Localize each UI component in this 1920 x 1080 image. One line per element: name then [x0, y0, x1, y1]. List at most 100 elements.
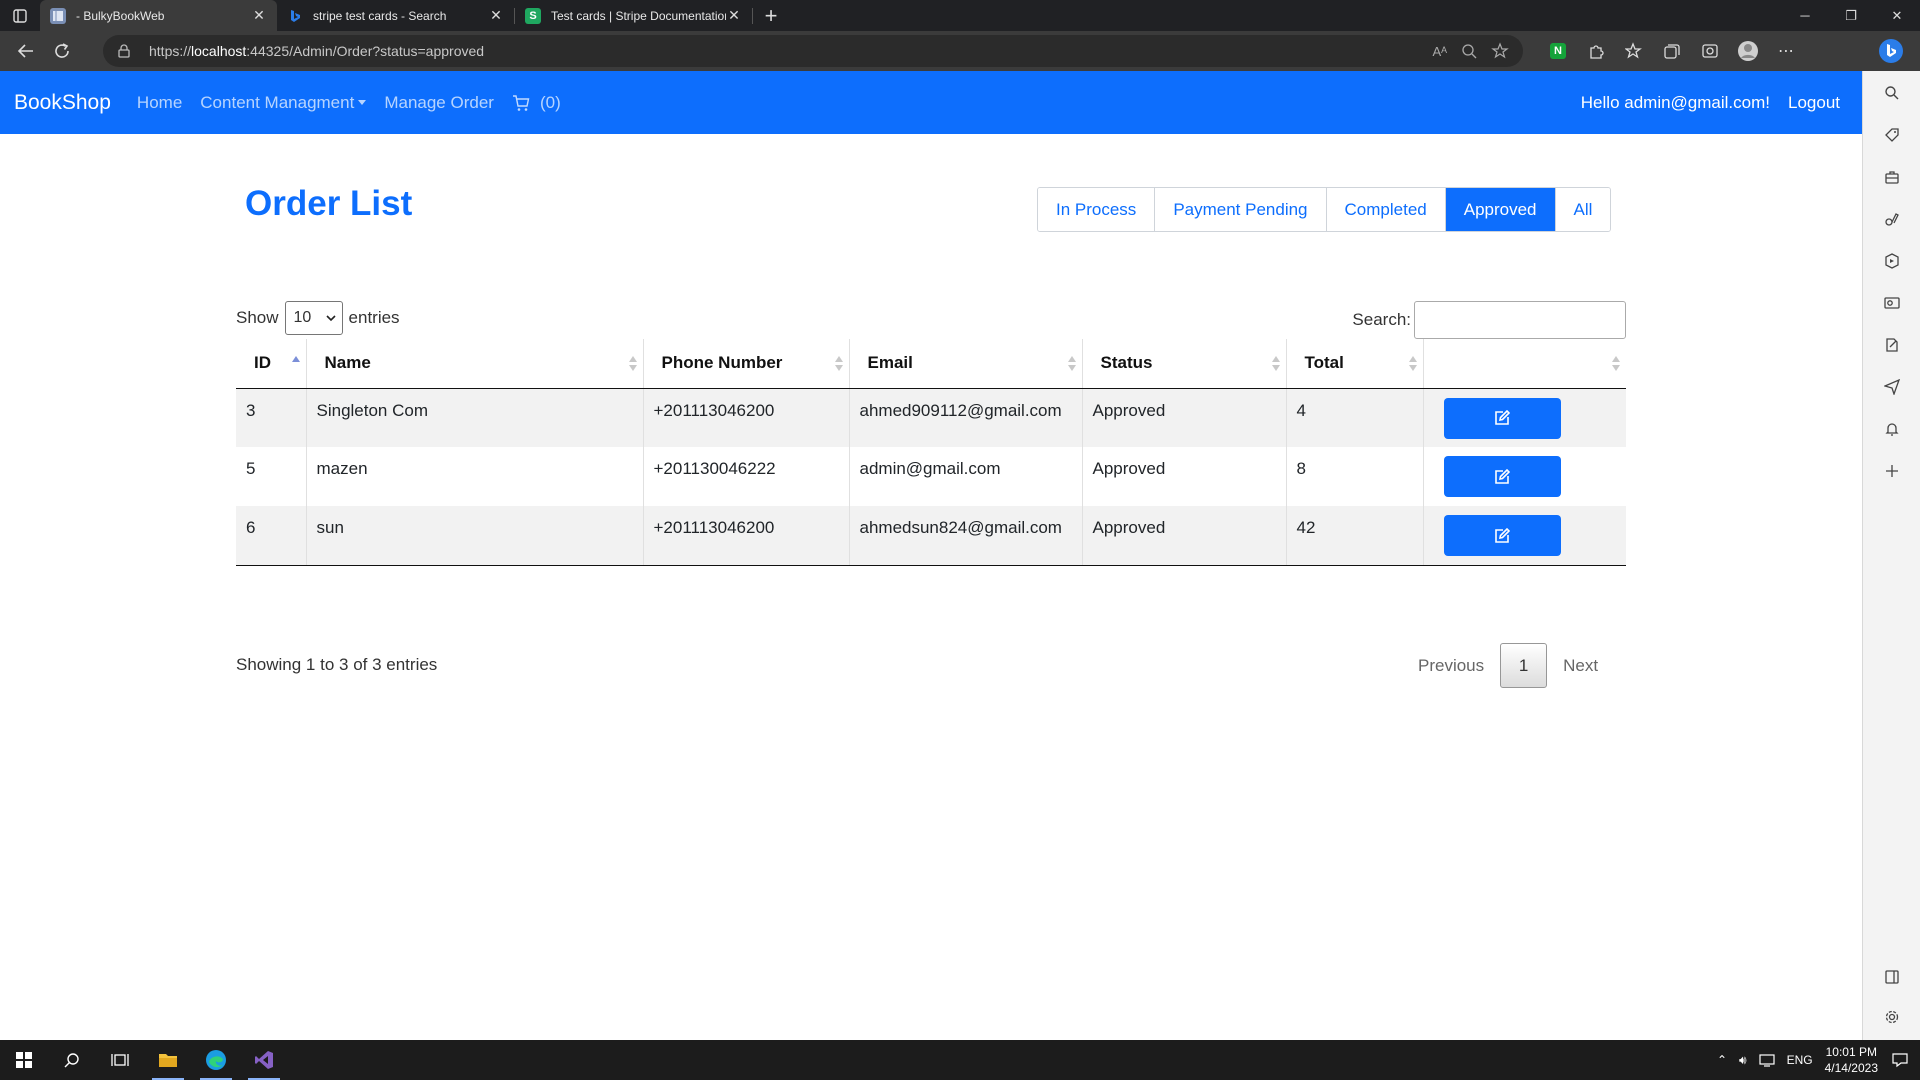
shopping-tag-icon[interactable] — [1880, 123, 1904, 147]
filter-approved[interactable]: Approved — [1445, 188, 1556, 231]
favorite-star-icon[interactable] — [1491, 42, 1509, 60]
status-filter-group: In Process Payment Pending Completed App… — [1037, 187, 1612, 232]
edit-order-button[interactable] — [1443, 397, 1561, 439]
cell-status: Approved — [1081, 388, 1286, 447]
browser-essentials-icon[interactable] — [1692, 33, 1728, 69]
tab-actions-menu-icon[interactable] — [0, 0, 40, 31]
column-header-email[interactable]: Email — [848, 339, 1082, 389]
games-icon[interactable] — [1880, 207, 1904, 231]
more-options-icon[interactable]: ⋯ — [1768, 33, 1804, 69]
column-label: Name — [324, 353, 371, 373]
window-close-icon[interactable]: ✕ — [1874, 0, 1920, 31]
favorites-icon[interactable] — [1616, 33, 1652, 69]
table-row: 6 sun +201113046200 ahmedsun824@gmail.co… — [236, 506, 1626, 566]
read-aloud-icon[interactable]: Aᴬ — [1432, 44, 1447, 59]
taskbar-search-icon[interactable] — [48, 1040, 96, 1080]
minimize-icon[interactable]: ─ — [1782, 0, 1828, 31]
restore-icon[interactable]: ❐ — [1828, 0, 1874, 31]
lock-icon — [118, 44, 130, 58]
file-explorer-icon[interactable] — [144, 1040, 192, 1080]
url-bar[interactable]: https://localhost:44325/Admin/Order?stat… — [103, 35, 1523, 67]
notifications-icon[interactable] — [1892, 1052, 1908, 1068]
browser-tab-stripe-docs[interactable]: S Test cards | Stripe Documentation ✕ — [515, 0, 752, 31]
drop-icon[interactable] — [1880, 333, 1904, 357]
network-icon[interactable] — [1758, 1053, 1775, 1067]
volume-icon[interactable]: 🔊︎ — [1739, 1053, 1747, 1068]
add-icon[interactable] — [1880, 459, 1904, 483]
filter-payment-pending[interactable]: Payment Pending — [1155, 188, 1327, 231]
sort-icon — [1408, 356, 1417, 372]
nav-link-cart[interactable]: (0) — [512, 93, 561, 113]
profile-avatar-icon[interactable] — [1730, 33, 1766, 69]
sort-icon — [1612, 356, 1620, 372]
nav-link-manage-order[interactable]: Manage Order — [384, 93, 494, 113]
cell-name: Singleton Com — [305, 388, 643, 447]
column-header-name[interactable]: Name — [305, 339, 643, 389]
address-toolbar: https://localhost:44325/Admin/Order?stat… — [0, 31, 1920, 71]
tools-toolbox-icon[interactable] — [1880, 165, 1904, 189]
table-controls: Show 10 entries Search: — [236, 300, 1626, 340]
visual-studio-icon[interactable] — [240, 1040, 288, 1080]
settings-gear-icon[interactable] — [1880, 1005, 1904, 1029]
column-label: Total — [1304, 353, 1344, 373]
notification-bell-icon[interactable] — [1880, 417, 1904, 441]
window-controls: ─ ❐ ✕ — [1782, 0, 1920, 31]
page-length-select[interactable]: 10 — [284, 301, 343, 335]
page-title: Order List — [245, 184, 413, 223]
filter-in-process[interactable]: In Process — [1038, 188, 1156, 231]
close-icon[interactable]: ✕ — [726, 7, 742, 24]
column-label: Phone Number — [661, 353, 783, 373]
filter-completed[interactable]: Completed — [1326, 188, 1446, 231]
cell-total: 42 — [1285, 506, 1423, 566]
hide-sidebar-icon[interactable] — [1880, 965, 1904, 989]
edge-browser-icon[interactable] — [192, 1040, 240, 1080]
nav-dropdown-content-management[interactable]: Content Managment — [200, 93, 367, 113]
bing-chat-icon[interactable] — [1862, 31, 1920, 71]
cell-phone: +201130046222 — [642, 447, 849, 506]
zoom-icon[interactable] — [1461, 43, 1477, 59]
microsoft-365-icon[interactable] — [1880, 249, 1904, 273]
chevron-up-icon[interactable]: ⌃ — [1717, 1053, 1727, 1067]
send-icon[interactable] — [1880, 375, 1904, 399]
browser-tab-stripe-search[interactable]: stripe test cards - Search ✕ — [277, 0, 514, 31]
clock[interactable]: 10:01 PM 4/14/2023 — [1825, 1044, 1878, 1076]
url-text: https://localhost:44325/Admin/Order?stat… — [149, 43, 485, 59]
edit-icon — [1495, 527, 1510, 543]
pagination-next[interactable]: Next — [1547, 656, 1614, 676]
brand-link[interactable]: BookShop — [14, 91, 111, 115]
column-label: Status — [1100, 353, 1153, 373]
column-header-status[interactable]: Status — [1081, 339, 1286, 389]
extension-n-icon[interactable]: N — [1540, 33, 1576, 69]
cell-actions — [1422, 506, 1626, 566]
nav-link-home[interactable]: Home — [137, 93, 182, 113]
column-header-phone[interactable]: Phone Number — [642, 339, 849, 389]
collections-icon[interactable] — [1654, 33, 1690, 69]
stripe-favicon-icon: S — [525, 7, 541, 24]
pagination-page-1[interactable]: 1 — [1500, 643, 1548, 688]
entries-label: entries — [348, 308, 400, 327]
column-header-id[interactable]: ID — [236, 339, 306, 389]
column-header-total[interactable]: Total — [1285, 339, 1423, 389]
logout-button[interactable]: Logout — [1788, 93, 1840, 113]
edit-order-button[interactable] — [1443, 456, 1561, 497]
back-icon[interactable] — [8, 35, 44, 67]
pagination-previous[interactable]: Previous — [1402, 656, 1500, 676]
table-row: 3 Singleton Com +201113046200 ahmed90911… — [236, 388, 1626, 447]
extensions-puzzle-icon[interactable] — [1578, 33, 1614, 69]
search-input[interactable] — [1414, 301, 1626, 339]
browser-tab-bulkybookweb[interactable]: - BulkyBookWeb ✕ — [40, 0, 277, 31]
close-icon[interactable]: ✕ — [251, 7, 267, 24]
new-tab-icon[interactable]: + — [753, 0, 789, 31]
close-icon[interactable]: ✕ — [488, 7, 504, 24]
cart-count: (0) — [539, 92, 561, 112]
user-greeting[interactable]: Hello admin@gmail.com! — [1581, 93, 1770, 113]
edit-order-button[interactable] — [1443, 515, 1561, 556]
outlook-icon[interactable] — [1880, 291, 1904, 315]
column-header-actions[interactable] — [1422, 339, 1626, 389]
language-indicator[interactable]: ENG — [1787, 1053, 1813, 1067]
task-view-icon[interactable] — [96, 1040, 144, 1080]
search-icon[interactable] — [1880, 81, 1904, 105]
filter-all[interactable]: All — [1555, 188, 1611, 231]
windows-start-icon[interactable] — [0, 1040, 48, 1080]
refresh-icon[interactable] — [44, 35, 80, 67]
